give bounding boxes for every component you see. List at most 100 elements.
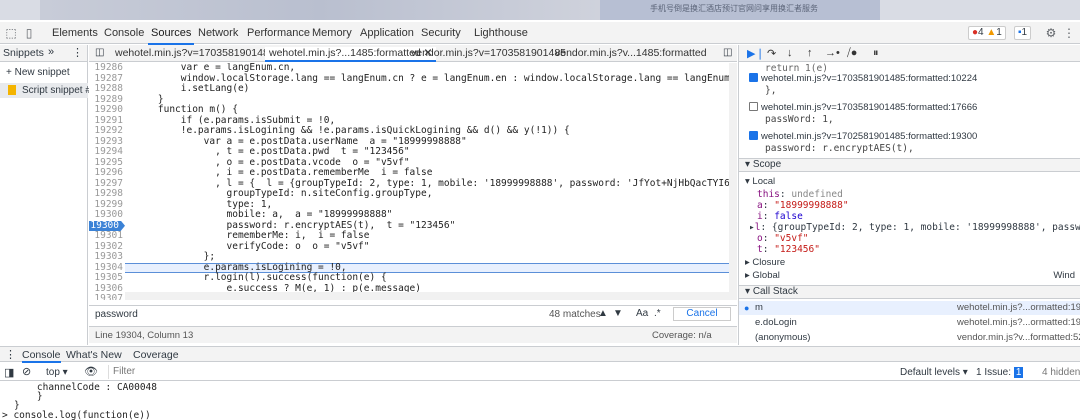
log-levels-dropdown[interactable]: Default levels ▾ [900, 367, 968, 378]
tab-sources[interactable]: Sources [147, 27, 195, 45]
debugger-sidebar: ▶❘ ↷ ↓ ↑ →• ⧸● ⏸ return 1(e) wehotel.min… [738, 45, 1080, 345]
scope-global-toggle[interactable]: ▸ Global Wind [745, 270, 1075, 281]
prev-match-icon[interactable]: ▲ [598, 308, 608, 319]
regex-button[interactable]: .* [654, 308, 661, 319]
line-number[interactable]: 19288 [89, 83, 123, 95]
drawer-tab-coverage[interactable]: Coverage [133, 349, 179, 361]
more-menu-icon[interactable]: ⋮ [1062, 26, 1076, 40]
snippet-item[interactable]: Script snippet #1 [0, 83, 97, 98]
issues-button[interactable]: 1 Issue: 1 [976, 367, 1024, 378]
call-stack-header[interactable]: ▾ Call Stack [739, 285, 1080, 299]
editor-scrollbar[interactable] [729, 63, 737, 300]
sidebar-toggle-icon[interactable]: ◨ [4, 366, 14, 379]
tab-snippets[interactable]: Snippets [3, 47, 44, 59]
line-gutter[interactable]: 19286 19287 19288 19289 19290 19291 19292 19293… [89, 63, 125, 300]
breakpoint-item[interactable]: wehotel.min.js?v=1703581901485:formatted… [749, 102, 977, 113]
tab-performance[interactable]: Performance [247, 27, 310, 39]
file-tab-wehotel-min[interactable]: wehotel.min.js?v=1703581901485 [115, 47, 275, 62]
breakpoint-file: wehotel.min.js?v=1703581901485:formatted… [761, 102, 978, 113]
scope-local-label: Local [752, 176, 776, 187]
error-warning-badge[interactable]: ●4 ▲1 [968, 26, 1006, 40]
page-strip-text: 手机号倒是换汇酒店预订官网问享用换汇者服务 [650, 4, 818, 13]
drawer-menu-icon[interactable]: ⋮ [5, 348, 16, 361]
editor-hscrollbar[interactable] [125, 292, 729, 300]
file-tab-vendor-formatted[interactable]: vendor.min.js?v...1485:formatted [555, 47, 707, 62]
scope-t-value: "123456" [774, 244, 820, 255]
line-number[interactable]: 19303 [89, 251, 123, 263]
new-snippet-button[interactable]: + New snippet [6, 67, 70, 78]
tab-security[interactable]: Security [421, 27, 461, 39]
console-output[interactable]: channelCode : CA00048 } } > console.log(… [0, 382, 1080, 420]
issues-badge[interactable]: ▪1 [1014, 26, 1032, 40]
scope-title: Scope [752, 159, 782, 170]
step-icon[interactable]: →• [825, 47, 840, 59]
line-number[interactable]: 19305 [89, 272, 123, 284]
device-toolbar-icon[interactable]: ▯ [22, 26, 36, 40]
tab-lighthouse[interactable]: Lighthouse [474, 27, 528, 39]
scope-l-row[interactable]: ▸l: {groupTypeId: 2, type: 1, mobile: '1… [749, 222, 1080, 233]
cancel-button[interactable]: Cancel [673, 307, 731, 321]
snippet-label: Script snippet #1 [22, 85, 97, 96]
breakpoint-item[interactable]: wehotel.min.js?v=1703581901485:formatted… [749, 73, 977, 84]
breakpoint-checkbox[interactable] [749, 131, 758, 140]
inspect-element-icon[interactable]: ⬚ [4, 26, 18, 40]
tab-elements[interactable]: Elements [52, 27, 98, 39]
tab-memory[interactable]: Memory [312, 27, 352, 39]
navigator-menu-icon[interactable]: ⋮ [72, 46, 83, 59]
toggle-debugger-icon[interactable]: ◫ [723, 47, 732, 58]
search-input[interactable]: password [95, 309, 138, 320]
issues-counter: 1 [1013, 367, 1024, 378]
line-number[interactable]: 19286 [89, 63, 123, 74]
resume-icon[interactable]: ▶❘ [747, 47, 765, 60]
call-stack-frame[interactable]: ● m wehotel.min.js?...ormatted:19304 [739, 301, 1080, 315]
drawer-tab-whats-new[interactable]: What's New [66, 349, 122, 361]
breakpoint-checkbox[interactable] [749, 73, 758, 82]
pause-on-exceptions-icon[interactable]: ⏸ [873, 47, 879, 60]
line-number[interactable]: 19292 [89, 125, 123, 137]
gear-icon[interactable]: ⚙ [1044, 26, 1058, 40]
breakpoint-file: wehotel.min.js?v=1702581901485:formatted… [761, 131, 978, 142]
tab-network[interactable]: Network [198, 27, 238, 39]
code-line: }; [135, 251, 216, 262]
context-label: top [46, 367, 60, 378]
code-line: mobile: a, a = "18999998888" [135, 209, 393, 220]
line-number[interactable]: 19300 [89, 209, 123, 221]
line-number[interactable]: 19307 [89, 293, 123, 300]
match-case-button[interactable]: Aa [636, 308, 648, 319]
issues-count: 1 [1021, 27, 1028, 38]
drawer-tab-console[interactable]: Console [22, 349, 61, 363]
eye-icon[interactable]: 👁 [84, 365, 98, 378]
scope-global-value: Wind [1053, 270, 1075, 281]
scope-section-header[interactable]: ▾ Scope [739, 158, 1080, 172]
line-number[interactable]: 19290 [89, 104, 123, 116]
call-stack-title: Call Stack [752, 286, 798, 297]
tab-console[interactable]: Console [104, 27, 144, 39]
breakpoint-checkbox[interactable] [749, 102, 758, 111]
call-stack-frame[interactable]: (anonymous) vendor.min.js?v...formatted:5… [739, 331, 1080, 345]
more-tabs-icon[interactable]: » [48, 46, 54, 58]
context-selector[interactable]: top ▾ [46, 367, 68, 378]
step-out-icon[interactable]: ↑ [807, 47, 813, 59]
next-match-icon[interactable]: ▼ [613, 308, 623, 319]
breakpoint-item[interactable]: wehotel.min.js?v=1702581901485:formatted… [749, 131, 977, 142]
call-stack-frame[interactable]: e.doLogin wehotel.min.js?...ormatted:1923… [739, 316, 1080, 330]
code-editor[interactable]: 19286 19287 19288 19289 19290 19291 19292 19293… [89, 63, 737, 300]
scope-local-toggle[interactable]: ▾ Local [745, 176, 775, 187]
step-into-icon[interactable]: ↓ [787, 47, 793, 59]
console-input-line[interactable]: > console.log(function(e)) [2, 410, 151, 420]
deactivate-breakpoints-icon[interactable]: ⧸● [847, 47, 857, 60]
tab-application[interactable]: Application [360, 27, 414, 39]
frame-function: e.doLogin [755, 317, 797, 328]
code-line: r.login(l).success(function(e) { [135, 272, 387, 283]
clear-console-icon[interactable]: ⊘ [22, 365, 31, 378]
scope-closure-toggle[interactable]: ▸ Closure [745, 257, 785, 268]
line-number[interactable]: 19298 [89, 188, 123, 200]
line-number[interactable]: 19294 [89, 146, 123, 158]
toggle-navigator-icon[interactable]: ◫ [95, 47, 104, 58]
line-number[interactable]: 19296 [89, 167, 123, 179]
file-tab-vendor-min[interactable]: vendor.min.js?v=1703581901485 [411, 47, 566, 62]
filter-input[interactable]: Filter [108, 365, 888, 379]
code-line: !e.params.isLogining && !e.params.isQuic… [135, 125, 570, 136]
step-over-icon[interactable]: ↷ [767, 47, 776, 60]
line-number[interactable]: 19301 [89, 230, 123, 242]
